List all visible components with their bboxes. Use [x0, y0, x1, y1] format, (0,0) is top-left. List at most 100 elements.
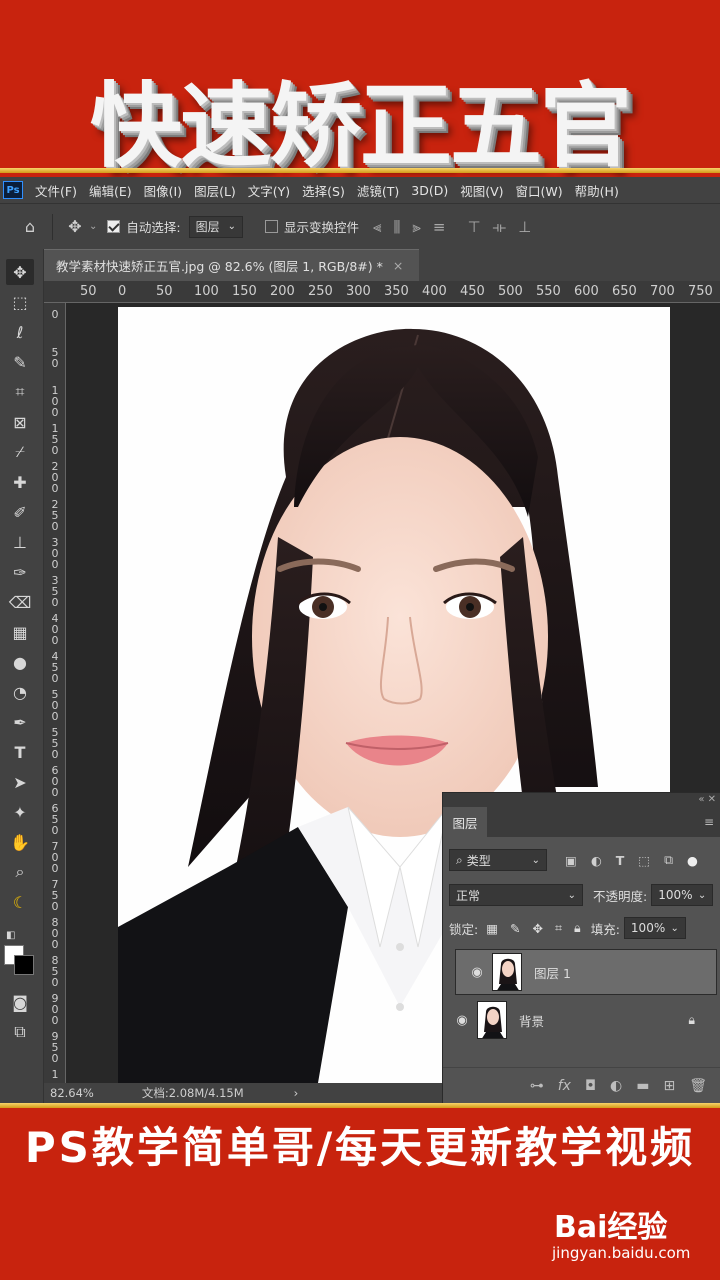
add-mask-icon[interactable]: ◘: [585, 1078, 596, 1094]
ruler-tick: 650: [612, 284, 637, 299]
dodge-tool-icon[interactable]: ◔: [6, 679, 34, 705]
show-transform-checkbox[interactable]: [265, 220, 279, 233]
filter-adjustment-icon[interactable]: ◐: [591, 853, 602, 868]
trash-icon[interactable]: 🗑︎: [689, 1078, 707, 1094]
align-hcenter-icon[interactable]: ≡: [433, 218, 446, 236]
lasso-tool-icon[interactable]: ℓ: [6, 319, 34, 345]
document-tab[interactable]: 教学素材快速矫正五官.jpg @ 82.6% (图层 1, RGB/8#) * …: [44, 249, 419, 281]
opacity-field[interactable]: 100% ⌄: [651, 884, 714, 906]
filter-pixel-icon[interactable]: ▣: [565, 853, 577, 868]
lock-transparent-icon[interactable]: ▦: [486, 921, 498, 936]
new-group-icon[interactable]: ▬: [636, 1078, 649, 1094]
frame-tool-icon[interactable]: ⊠: [6, 409, 34, 435]
zoom-tool-icon[interactable]: ⌕: [6, 859, 34, 885]
align-top-icon[interactable]: ⊤: [467, 218, 480, 236]
layer-name: 背景: [519, 1013, 545, 1029]
new-layer-icon[interactable]: ⊞: [663, 1078, 675, 1094]
default-colors-icon[interactable]: ◧: [6, 925, 34, 945]
brush-tool-icon[interactable]: ✐: [6, 499, 34, 525]
blur-tool-icon[interactable]: ●: [6, 649, 34, 675]
zoom-level[interactable]: 82.64%: [50, 1086, 94, 1100]
quick-mask-icon[interactable]: ◙: [6, 989, 34, 1015]
type-tool-icon[interactable]: T: [6, 739, 34, 765]
screen-mode-icon[interactable]: ⧉: [6, 1019, 34, 1045]
blend-mode-dropdown[interactable]: 正常 ⌄: [449, 884, 583, 906]
lock-label: 锁定:: [449, 921, 479, 937]
ruler-tick: 2 0 0: [51, 460, 59, 495]
menu-view[interactable]: 视图(V): [454, 181, 509, 200]
ruler-tick: 500: [498, 284, 523, 299]
adjustment-layer-icon[interactable]: ◐: [610, 1078, 622, 1094]
menu-help[interactable]: 帮助(H): [569, 181, 625, 200]
stamp-tool-icon[interactable]: ⊥: [6, 529, 34, 555]
gradient-tool-icon[interactable]: ▦: [6, 619, 34, 645]
align-right-icon[interactable]: ⫸: [412, 218, 420, 236]
ruler-tick: 3 5 0: [51, 574, 59, 609]
align-left-icon[interactable]: ⫷: [373, 218, 381, 236]
panel-collapse-icon[interactable]: « ✕: [443, 793, 720, 807]
custom-shape-icon[interactable]: ✦: [6, 799, 34, 825]
baidu-watermark: Bai经验 jingyan.baidu.com: [548, 1198, 718, 1268]
lock-artboard-icon[interactable]: ⌗: [555, 920, 562, 936]
marquee-tool-icon[interactable]: ⬚: [6, 289, 34, 315]
baidu-logo: Bai经验: [554, 1210, 668, 1245]
menu-3d[interactable]: 3D(D): [405, 183, 454, 198]
menu-select[interactable]: 选择(S): [296, 181, 351, 200]
healing-brush-icon[interactable]: ✚: [6, 469, 34, 495]
crop-tool-icon[interactable]: ⌗: [6, 379, 34, 405]
auto-select-dropdown[interactable]: 图层 ⌄: [188, 215, 244, 238]
layer-row-background[interactable]: ◉ 背景 🔒︎: [447, 997, 709, 1043]
lock-all-icon[interactable]: 🔒︎: [574, 920, 581, 936]
menu-bar: Ps 文件(F) 编辑(E) 图像(I) 图层(L) 文字(Y) 选择(S) 滤…: [0, 177, 720, 203]
menu-edit[interactable]: 编辑(E): [83, 181, 138, 200]
kind-filter-dropdown[interactable]: ⌕ 类型 ⌄: [449, 849, 547, 871]
align-center-icon[interactable]: ⫼: [394, 218, 401, 236]
tab-layers[interactable]: 图层: [443, 807, 487, 837]
menu-file[interactable]: 文件(F): [29, 181, 83, 200]
vertical-ruler: 0 5 0 1 0 0 1 5 0 2 0 0 2 5 0 3 0 0 3 5 …: [44, 303, 66, 1083]
filter-smart-icon[interactable]: ⧉: [664, 852, 673, 868]
lock-image-icon[interactable]: ✎: [510, 921, 520, 936]
background-color-swatch[interactable]: [14, 955, 34, 975]
layer-row-layer1[interactable]: ◉ 图层 1: [455, 949, 717, 995]
fx-icon[interactable]: fx: [558, 1078, 571, 1094]
status-arrow-icon[interactable]: ›: [294, 1086, 299, 1100]
ruler-tick: 7 0 0: [51, 840, 59, 875]
menu-window[interactable]: 窗口(W): [510, 181, 569, 200]
visibility-eye-icon[interactable]: ◉: [462, 965, 492, 980]
ruler-tick: 550: [536, 284, 561, 299]
menu-image[interactable]: 图像(I): [138, 181, 188, 200]
filter-toggle-icon[interactable]: ●: [687, 853, 698, 868]
opacity-value: 100%: [658, 888, 693, 902]
filter-shape-icon[interactable]: ⬚: [638, 853, 650, 868]
lock-position-icon[interactable]: ✥: [533, 921, 543, 936]
align-bottom-icon[interactable]: ⊥: [518, 218, 531, 236]
history-brush-icon[interactable]: ✑: [6, 559, 34, 585]
home-icon[interactable]: ⌂: [18, 215, 42, 239]
move-tool-icon[interactable]: ✥: [63, 215, 87, 239]
banana-icon[interactable]: ☾: [6, 889, 34, 915]
show-transform-label: 显示变换控件: [284, 220, 360, 235]
pen-tool-icon[interactable]: ✒: [6, 709, 34, 735]
link-layers-icon[interactable]: ⊶: [530, 1078, 544, 1094]
auto-select-checkbox[interactable]: [107, 220, 121, 233]
panel-menu-icon[interactable]: ≡: [704, 815, 714, 829]
menu-layer[interactable]: 图层(L): [188, 181, 242, 200]
move-tool-icon[interactable]: ✥: [6, 259, 34, 285]
ruler-tick: 8 0 0: [51, 916, 59, 951]
eyedropper-icon[interactable]: ⌿: [6, 439, 34, 465]
filter-type-icon[interactable]: T: [616, 853, 625, 868]
visibility-eye-icon[interactable]: ◉: [447, 1013, 477, 1028]
doc-size: 文档:2.08M/4.15M: [141, 1086, 244, 1100]
hand-tool-icon[interactable]: ✋: [6, 829, 34, 855]
fill-field[interactable]: 100% ⌄: [623, 917, 686, 939]
menu-filter[interactable]: 滤镜(T): [351, 181, 405, 200]
align-vcenter-icon[interactable]: ⟛: [493, 218, 507, 236]
close-icon[interactable]: ×: [393, 258, 403, 273]
top-banner: 快速矫正五官: [0, 0, 720, 180]
quick-select-icon[interactable]: ✎: [6, 349, 34, 375]
chevron-down-icon[interactable]: ⌄: [89, 221, 97, 232]
eraser-tool-icon[interactable]: ⌫: [6, 589, 34, 615]
menu-type[interactable]: 文字(Y): [242, 181, 296, 200]
path-select-icon[interactable]: ➤: [6, 769, 34, 795]
